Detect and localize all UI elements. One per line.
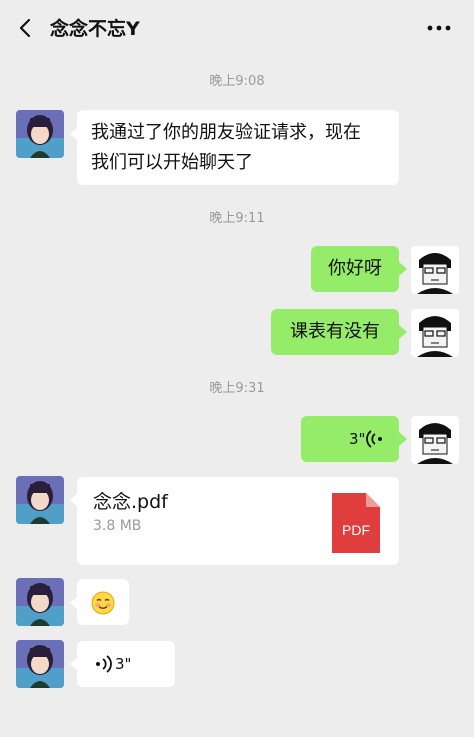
chat-header: 念念不忘Y [0,0,474,56]
incoming-message-bubble[interactable]: 我通过了你的朋友验证请求，现在 我们可以开始聊天了 [77,110,399,185]
more-dots-icon[interactable] [424,16,454,40]
self-avatar[interactable] [411,416,459,464]
back-chevron-icon[interactable] [14,16,38,40]
self-avatar[interactable] [411,246,459,294]
outgoing-message-bubble[interactable]: 课表有没有 [271,309,399,355]
outgoing-voice-bubble[interactable]: 3" [301,416,399,462]
emoji-message-bubble[interactable] [77,579,129,625]
timestamp: 晚上9:11 [209,211,265,226]
timestamp: 晚上9:31 [209,381,265,396]
file-message-card[interactable]: 念念.pdf 3.8 MB PDF [77,477,399,565]
bubble-tail [399,262,407,276]
pdf-file-icon: PDF [332,493,380,553]
smiling-face-emoji [91,591,115,615]
avatar-image-icon [411,246,459,294]
bubble-tail [399,325,407,339]
avatar-image-icon [411,309,459,357]
file-name: 念念.pdf [93,491,168,513]
contact-avatar[interactable] [16,640,64,688]
avatar-image-icon [411,416,459,464]
voice-duration: 3" [115,655,132,673]
bubble-tail [399,432,407,446]
message-text: 课表有没有 [290,321,380,342]
incoming-voice-bubble[interactable]: 3" [77,641,175,687]
outgoing-message-bubble[interactable]: 你好呀 [311,246,399,292]
voice-wave-icon [366,430,382,448]
avatar-image-icon [16,476,64,524]
self-avatar[interactable] [411,309,459,357]
message-text: 我们可以开始聊天了 [91,152,253,173]
contact-avatar[interactable] [16,476,64,524]
chat-title: 念念不忘Y [50,18,140,40]
avatar-image-icon [16,110,64,158]
contact-avatar[interactable] [16,110,64,158]
message-text: 我通过了你的朋友验证请求，现在 [91,122,361,143]
voice-duration: 3" [349,430,366,448]
timestamp: 晚上9:08 [209,74,265,89]
avatar-image-icon [16,578,64,626]
avatar-image-icon [16,640,64,688]
message-text: 你好呀 [328,258,382,279]
voice-wave-icon [96,655,112,673]
contact-avatar[interactable] [16,578,64,626]
file-size: 3.8 MB [93,518,142,534]
pdf-label: PDF [342,522,370,538]
